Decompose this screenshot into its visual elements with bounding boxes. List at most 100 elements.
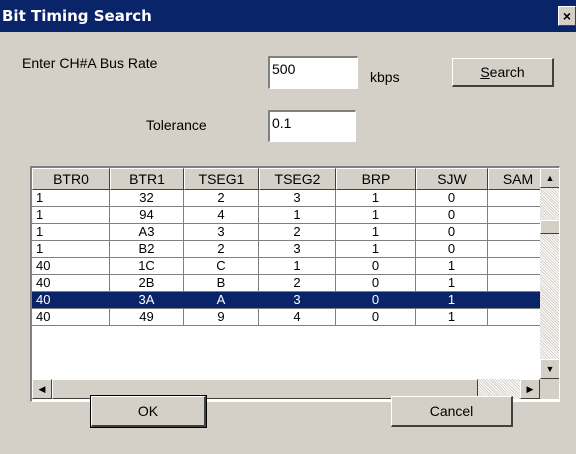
bit-timing-dialog: Enter CH#A Bus Rate 500 kbps Search Tole… xyxy=(0,32,576,454)
close-icon: × xyxy=(562,8,572,24)
table-cell: 49 xyxy=(110,309,184,325)
search-label: earch xyxy=(489,64,525,80)
table-cell: 2B xyxy=(110,275,184,291)
table-cell: 0 xyxy=(416,224,488,240)
table-cell: 3A xyxy=(110,292,184,308)
table-row[interactable]: 40 49 9 4 0 1 xyxy=(32,309,548,326)
table-cell: 0 xyxy=(336,309,416,325)
table-cell: C xyxy=(184,258,259,274)
column-header[interactable]: SJW xyxy=(416,168,488,190)
table-cell: 32 xyxy=(110,190,184,206)
table-cell: 1 xyxy=(32,241,110,257)
table-cell xyxy=(488,190,548,206)
table-cell: 2 xyxy=(259,224,336,240)
table-row[interactable]: 1 32 2 3 1 0 xyxy=(32,190,548,207)
tolerance-input[interactable]: 0.1 xyxy=(268,110,356,142)
table-cell xyxy=(488,207,548,223)
column-header[interactable]: BTR0 xyxy=(32,168,110,190)
table-cell: 3 xyxy=(184,224,259,240)
table-cell: 0 xyxy=(336,275,416,291)
table-body: 1 32 2 3 1 0 1 94 4 1 1 0 1 A3 3 2 1 0 1 B2 2 3 1 0 40 1C C 1 0 1 40 2B… xyxy=(32,190,548,326)
table-row-selected[interactable]: 40 3A A 3 0 1 xyxy=(32,292,548,309)
table-cell xyxy=(488,241,548,257)
table-cell: 40 xyxy=(32,258,110,274)
table-cell: 3 xyxy=(259,190,336,206)
scroll-left-button[interactable]: ◀ xyxy=(32,379,52,399)
table-cell: 1 xyxy=(336,224,416,240)
table-cell: 2 xyxy=(184,241,259,257)
scroll-up-button[interactable]: ▲ xyxy=(540,168,559,188)
ok-button[interactable]: OK xyxy=(90,395,207,428)
column-header[interactable]: TSEG2 xyxy=(259,168,336,190)
table-cell xyxy=(488,258,548,274)
table-cell xyxy=(488,292,548,308)
table-cell: 1 xyxy=(336,241,416,257)
table-cell: 1 xyxy=(416,309,488,325)
table-cell: 0 xyxy=(416,207,488,223)
left-arrow-icon: ◀ xyxy=(38,384,46,394)
vertical-scroll-thumb[interactable] xyxy=(540,220,559,234)
table-cell: 3 xyxy=(259,292,336,308)
table-cell: 40 xyxy=(32,275,110,291)
column-header[interactable]: SAM xyxy=(488,168,548,190)
table-cell: 0 xyxy=(336,258,416,274)
table-cell: 94 xyxy=(110,207,184,223)
table-cell: 1 xyxy=(259,258,336,274)
table-cell: A xyxy=(184,292,259,308)
table-cell: 2 xyxy=(259,275,336,291)
table-cell: 4 xyxy=(259,309,336,325)
down-arrow-icon: ▼ xyxy=(545,364,555,374)
table-cell: 0 xyxy=(416,190,488,206)
window-title: Bit Timing Search xyxy=(2,7,152,25)
table-cell: 3 xyxy=(259,241,336,257)
table-cell: 1 xyxy=(259,207,336,223)
bit-timing-table[interactable]: BTR0 BTR1 TSEG1 TSEG2 BRP SJW SAM 1 32 2 3 1 0 1 94 4 1… xyxy=(30,166,560,402)
scroll-down-button[interactable]: ▼ xyxy=(540,359,559,379)
right-arrow-icon: ▶ xyxy=(526,384,534,394)
table-cell: 40 xyxy=(32,292,110,308)
table-header: BTR0 BTR1 TSEG1 TSEG2 BRP SJW SAM xyxy=(32,168,548,190)
column-header[interactable]: BTR1 xyxy=(110,168,184,190)
table-cell: 9 xyxy=(184,309,259,325)
search-button[interactable]: Search xyxy=(452,58,554,87)
table-row[interactable]: 40 2B B 2 0 1 xyxy=(32,275,548,292)
close-button[interactable]: × xyxy=(558,6,576,26)
column-header[interactable]: TSEG1 xyxy=(184,168,259,190)
vertical-scrollbar[interactable]: ▲ ▼ xyxy=(540,168,559,379)
table-cell: 4 xyxy=(184,207,259,223)
table-cell: 1 xyxy=(416,275,488,291)
table-cell xyxy=(488,275,548,291)
table-cell: 1 xyxy=(32,190,110,206)
title-bar: Bit Timing Search × xyxy=(0,0,576,32)
table-row[interactable]: 1 B2 2 3 1 0 xyxy=(32,241,548,258)
table-cell: 1 xyxy=(32,224,110,240)
search-mnemonic: S xyxy=(480,64,490,80)
scrollbar-corner xyxy=(540,379,559,399)
column-header[interactable]: BRP xyxy=(336,168,416,190)
table-cell: 1 xyxy=(416,258,488,274)
table-cell xyxy=(488,224,548,240)
table-cell: 2 xyxy=(184,190,259,206)
table-cell: 40 xyxy=(32,309,110,325)
table-cell: 1 xyxy=(336,207,416,223)
table-cell: A3 xyxy=(110,224,184,240)
bus-rate-unit: kbps xyxy=(370,69,400,85)
table-row[interactable]: 1 A3 3 2 1 0 xyxy=(32,224,548,241)
table-cell: 1 xyxy=(32,207,110,223)
table-cell: 1 xyxy=(416,292,488,308)
cancel-button[interactable]: Cancel xyxy=(391,396,513,427)
up-arrow-icon: ▲ xyxy=(545,173,555,183)
table-cell: 1 xyxy=(336,190,416,206)
table-cell: 1C xyxy=(110,258,184,274)
table-row[interactable]: 1 94 4 1 1 0 xyxy=(32,207,548,224)
table-cell: B2 xyxy=(110,241,184,257)
scroll-right-button[interactable]: ▶ xyxy=(520,379,540,399)
table-cell xyxy=(488,309,548,325)
table-cell: 0 xyxy=(416,241,488,257)
bus-rate-input[interactable]: 500 xyxy=(268,56,358,89)
table-row[interactable]: 40 1C C 1 0 1 xyxy=(32,258,548,275)
tolerance-label: Tolerance xyxy=(146,117,207,133)
table-cell: B xyxy=(184,275,259,291)
table-cell: 0 xyxy=(336,292,416,308)
bus-rate-label: Enter CH#A Bus Rate xyxy=(22,55,158,71)
